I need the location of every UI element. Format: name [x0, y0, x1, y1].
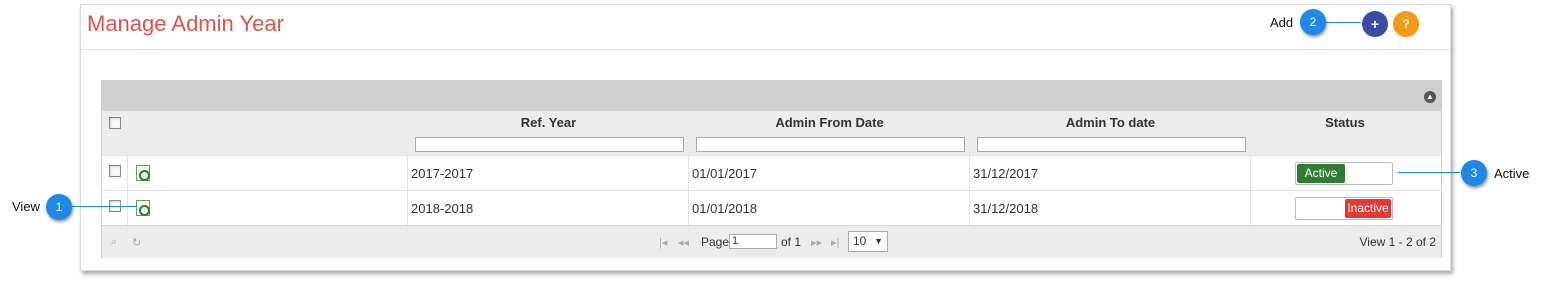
callout-line-2	[1326, 22, 1361, 23]
view-count-label: View 1 - 2 of 2	[1359, 235, 1437, 249]
next-page-icon[interactable]: ▸▸	[811, 236, 822, 249]
column-header-admin-from-date[interactable]: Admin From Date	[689, 111, 970, 135]
status-active-label: Active	[1297, 164, 1345, 183]
callout-line-3	[1398, 172, 1460, 173]
callout-badge-3: 3	[1461, 160, 1487, 186]
to-date-cell: 31/12/2018	[970, 191, 1251, 226]
ref-year-cell: 2018-2018	[408, 191, 689, 226]
title-divider	[81, 49, 1450, 50]
from-date-cell: 01/01/2017	[689, 156, 970, 191]
page-size-select[interactable]: 10 ▼	[848, 231, 888, 252]
view-record-icon[interactable]	[136, 200, 150, 216]
view-cell	[127, 156, 408, 191]
last-page-icon[interactable]: ▸|	[831, 236, 839, 249]
grid-caption-bar: ▲	[102, 81, 1441, 111]
status-cell: Active	[1251, 156, 1439, 191]
admin-year-grid: ▲ Ref. Year Admin From Date Admin To dat…	[101, 80, 1442, 258]
refresh-icon[interactable]: ↻	[132, 236, 141, 249]
status-inactive-label: Inactive	[1345, 199, 1391, 218]
row-checkbox[interactable]	[109, 165, 121, 177]
grid-filter-row	[102, 135, 1441, 155]
page-of-label: of 1	[781, 235, 802, 249]
collapse-up-icon[interactable]: ▲	[1424, 91, 1436, 103]
status-toggle[interactable]: Active	[1295, 162, 1393, 185]
page-number-input[interactable]: 1	[729, 234, 777, 249]
callout-badge-1: 1	[46, 194, 72, 220]
table-row[interactable]: 2017-2017 01/01/2017 31/12/2017 Active	[102, 155, 1441, 191]
ref-year-cell: 2017-2017	[408, 156, 689, 191]
to-date-filter-input[interactable]	[977, 137, 1246, 152]
status-toggle[interactable]: Inactive	[1295, 197, 1393, 220]
callout-line-1	[72, 206, 137, 207]
column-header-admin-to-date[interactable]: Admin To date	[970, 111, 1251, 135]
callout-label-active: Active	[1494, 166, 1530, 181]
grid-pager: ⌕ ↻ |◂ ◂◂ Page 1 of 1 ▸▸ ▸| 10 ▼ View 1 …	[102, 225, 1441, 258]
help-button[interactable]: ?	[1393, 11, 1419, 37]
callout-label-add: Add	[1270, 15, 1294, 30]
stage: Manage Admin Year + ? ▲ Ref. Year Admin …	[0, 0, 1545, 281]
column-header-status[interactable]: Status	[1251, 111, 1439, 135]
to-date-cell: 31/12/2017	[970, 156, 1251, 191]
callout-label-view: View	[12, 199, 40, 214]
add-button[interactable]: +	[1362, 11, 1388, 37]
first-page-icon[interactable]: |◂	[659, 236, 667, 249]
manage-admin-year-panel: Manage Admin Year + ? ▲ Ref. Year Admin …	[80, 4, 1451, 271]
select-all-checkbox[interactable]	[109, 117, 121, 129]
page-label: Page	[701, 235, 730, 249]
search-icon[interactable]: ⌕	[111, 236, 117, 249]
ref-year-filter-input[interactable]	[415, 137, 684, 152]
grid-header-row: Ref. Year Admin From Date Admin To date …	[102, 111, 1441, 135]
from-date-cell: 01/01/2018	[689, 191, 970, 226]
table-row[interactable]: 2018-2018 01/01/2018 31/12/2018 Inactive	[102, 190, 1441, 226]
view-cell	[127, 191, 408, 226]
prev-page-icon[interactable]: ◂◂	[678, 236, 689, 249]
status-cell: Inactive	[1251, 191, 1439, 226]
page-title: Manage Admin Year	[87, 11, 284, 36]
view-record-icon[interactable]	[136, 165, 150, 181]
page-size-value: 10	[853, 234, 867, 248]
from-date-filter-input[interactable]	[696, 137, 965, 152]
chevron-down-icon: ▼	[874, 236, 883, 246]
column-header-ref-year[interactable]: Ref. Year	[408, 111, 689, 135]
callout-badge-2: 2	[1300, 9, 1326, 35]
